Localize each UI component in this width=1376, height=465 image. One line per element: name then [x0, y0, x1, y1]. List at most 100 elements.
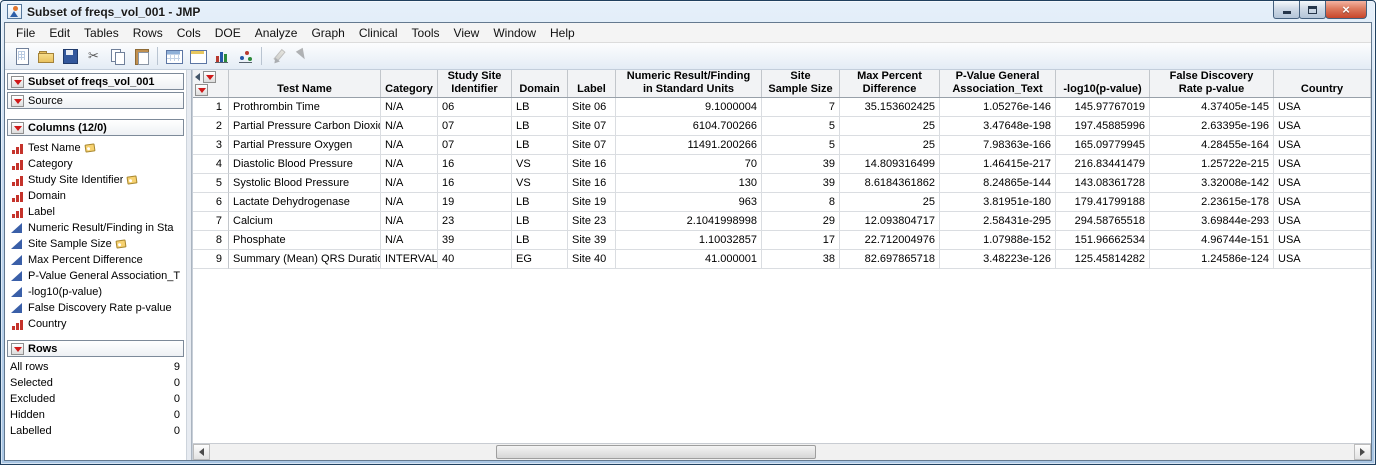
cell[interactable]: 197.45885996 [1056, 117, 1150, 136]
menu-graph[interactable]: Graph [304, 24, 351, 42]
rows-panel-header[interactable]: Rows [7, 340, 184, 357]
source-panel-header[interactable]: Source [7, 92, 184, 109]
cell[interactable]: 130 [616, 174, 762, 193]
collapse-panel-icon[interactable] [195, 73, 200, 81]
menu-help[interactable]: Help [543, 24, 582, 42]
cell[interactable]: LB [512, 231, 568, 250]
cell[interactable]: 11491.200266 [616, 136, 762, 155]
column-header[interactable]: Category [381, 70, 438, 97]
cell[interactable]: 294.58765518 [1056, 212, 1150, 231]
cell[interactable]: N/A [381, 117, 438, 136]
scrollbar-thumb[interactable] [496, 445, 816, 459]
cell[interactable]: VS [512, 155, 568, 174]
column-item[interactable]: Domain [9, 188, 184, 204]
cell[interactable]: 07 [438, 136, 512, 155]
cell[interactable]: USA [1274, 231, 1371, 250]
menu-clinical[interactable]: Clinical [352, 24, 405, 42]
cell[interactable]: Lactate Dehydrogenase [229, 193, 381, 212]
cell[interactable]: USA [1274, 250, 1371, 269]
cell[interactable]: 23 [438, 212, 512, 231]
menu-rows[interactable]: Rows [126, 24, 170, 42]
cell[interactable]: 963 [616, 193, 762, 212]
menu-analyze[interactable]: Analyze [248, 24, 305, 42]
summary-table-button[interactable] [186, 45, 209, 67]
cell[interactable]: 2.58431e-295 [940, 212, 1056, 231]
bar-chart-button[interactable] [210, 45, 233, 67]
menu-edit[interactable]: Edit [42, 24, 77, 42]
cell[interactable]: 39 [438, 231, 512, 250]
column-header[interactable]: Max PercentDifference [840, 70, 940, 97]
column-header[interactable]: Test Name [229, 70, 381, 97]
cell[interactable]: Phosphate [229, 231, 381, 250]
cell[interactable]: 12.093804717 [840, 212, 940, 231]
source-red-triangle-icon[interactable] [11, 95, 24, 107]
cell[interactable]: 8 [762, 193, 840, 212]
cell[interactable]: N/A [381, 212, 438, 231]
cell[interactable]: Site 39 [568, 231, 616, 250]
cell[interactable]: 3.69844e-293 [1150, 212, 1274, 231]
cell[interactable]: 1.46415e-217 [940, 155, 1056, 174]
column-header[interactable]: Country [1274, 70, 1371, 97]
row-number[interactable]: 3 [193, 136, 229, 155]
cell[interactable]: Prothrombin Time [229, 98, 381, 117]
cell[interactable]: N/A [381, 231, 438, 250]
column-item[interactable]: Study Site Identifier [9, 172, 184, 188]
cell[interactable]: 07 [438, 117, 512, 136]
cut-button[interactable] [82, 45, 105, 67]
cell[interactable]: 8.6184361862 [840, 174, 940, 193]
column-item[interactable]: Max Percent Difference [9, 252, 184, 268]
copy-button[interactable] [106, 45, 129, 67]
cell[interactable]: 151.96662534 [1056, 231, 1150, 250]
column-header[interactable]: Domain [512, 70, 568, 97]
cell[interactable]: 1.07988e-152 [940, 231, 1056, 250]
column-header[interactable]: P-Value GeneralAssociation_Text [940, 70, 1056, 97]
cell[interactable]: LB [512, 212, 568, 231]
cell[interactable]: Site 40 [568, 250, 616, 269]
title-bar[interactable]: Subset of freqs_vol_001 - JMP × [4, 1, 1372, 22]
cell[interactable]: 165.09779945 [1056, 136, 1150, 155]
cell[interactable]: Site 06 [568, 98, 616, 117]
cell[interactable]: 06 [438, 98, 512, 117]
menu-view[interactable]: View [447, 24, 487, 42]
column-item[interactable]: -log10(p-value) [9, 284, 184, 300]
row-number[interactable]: 2 [193, 117, 229, 136]
cell[interactable]: 17 [762, 231, 840, 250]
cell[interactable]: 3.47648e-198 [940, 117, 1056, 136]
cell[interactable]: 41.000001 [616, 250, 762, 269]
row-number[interactable]: 1 [193, 98, 229, 117]
cell[interactable]: 25 [840, 193, 940, 212]
menu-tables[interactable]: Tables [77, 24, 126, 42]
column-item[interactable]: Country [9, 316, 184, 332]
grid-rows-menu-icon[interactable] [195, 84, 208, 96]
cell[interactable]: Partial Pressure Oxygen [229, 136, 381, 155]
scrollbar-track[interactable] [210, 444, 1354, 460]
cell[interactable]: USA [1274, 136, 1371, 155]
cell[interactable]: Site 07 [568, 136, 616, 155]
cell[interactable]: 29 [762, 212, 840, 231]
row-number[interactable]: 5 [193, 174, 229, 193]
column-item[interactable]: Category [9, 156, 184, 172]
cell[interactable]: LB [512, 193, 568, 212]
cell[interactable]: 4.37405e-145 [1150, 98, 1274, 117]
cell[interactable]: 25 [840, 136, 940, 155]
cell[interactable]: 2.63395e-196 [1150, 117, 1274, 136]
cell[interactable]: 16 [438, 174, 512, 193]
cell[interactable]: Calcium [229, 212, 381, 231]
cell[interactable]: Systolic Blood Pressure [229, 174, 381, 193]
row-number[interactable]: 4 [193, 155, 229, 174]
cell[interactable]: 40 [438, 250, 512, 269]
close-button[interactable]: × [1325, 1, 1367, 19]
menu-window[interactable]: Window [486, 24, 543, 42]
cell[interactable]: 145.97767019 [1056, 98, 1150, 117]
cell[interactable]: EG [512, 250, 568, 269]
cell[interactable]: 1.05276e-146 [940, 98, 1056, 117]
cell[interactable]: 14.809316499 [840, 155, 940, 174]
cell[interactable]: 22.712004976 [840, 231, 940, 250]
cell[interactable]: 6104.700266 [616, 117, 762, 136]
cell[interactable]: 25 [840, 117, 940, 136]
cell[interactable]: 3.48223e-126 [940, 250, 1056, 269]
column-header[interactable]: Numeric Result/Findingin Standard Units [616, 70, 762, 97]
cell[interactable]: LB [512, 98, 568, 117]
cell[interactable]: 5 [762, 117, 840, 136]
cell[interactable]: 38 [762, 250, 840, 269]
